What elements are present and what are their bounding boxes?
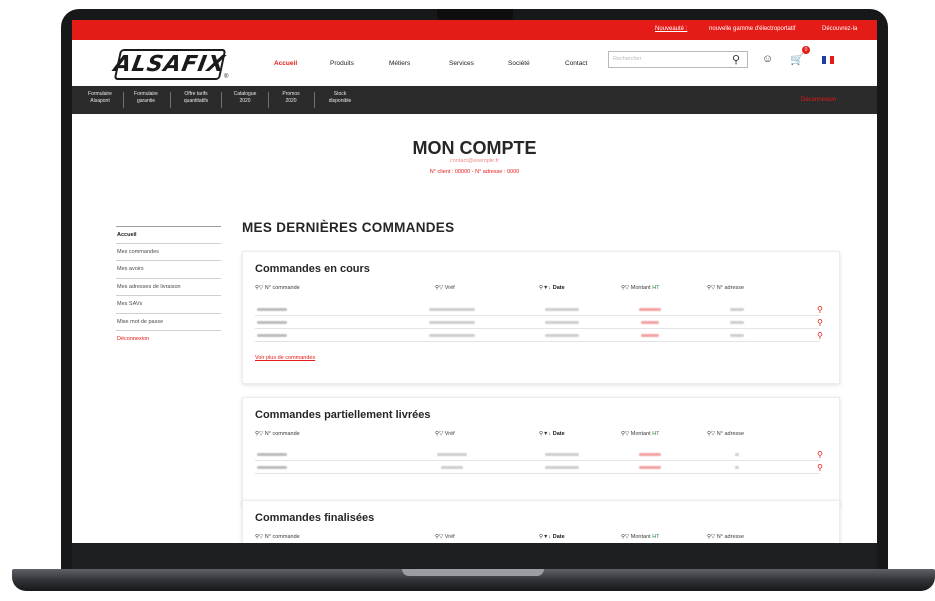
- nav-contact[interactable]: Contact: [565, 60, 587, 67]
- view-order-icon[interactable]: ⚲: [817, 305, 823, 314]
- cart-icon[interactable]: 🛒: [790, 53, 804, 66]
- table-row[interactable]: [255, 330, 820, 342]
- subnav-logout-link[interactable]: Déconnexion: [801, 97, 836, 103]
- laptop-chin: [72, 543, 877, 569]
- col-header-montant[interactable]: ⚲▽ Montant HT: [621, 431, 660, 437]
- card-title: Commandes finalisées: [255, 512, 375, 524]
- sidebar-item-mot-de-passe[interactable]: Mise mot de passe: [116, 314, 221, 331]
- card-title: Commandes en cours: [255, 263, 370, 275]
- table-row[interactable]: [255, 449, 820, 461]
- orders-card-partiellement-livrees: Commandes partiellement livrées ⚲▽ N° co…: [242, 397, 840, 507]
- col-header-adresse[interactable]: ⚲▽ N° adresse: [707, 285, 744, 291]
- card-title: Commandes partiellement livrées: [255, 409, 431, 421]
- col-header-vref[interactable]: ⚲▽ Vréf: [435, 534, 455, 540]
- sidebar-item-adresses[interactable]: Mes adresses de livraison: [116, 279, 221, 296]
- promo-link[interactable]: Nouveauté :: [655, 26, 687, 32]
- search-input[interactable]: Rechercher: [608, 51, 748, 68]
- sidebar-item-savs[interactable]: Mes SAVs: [116, 296, 221, 314]
- subnav-formulaire-garantie[interactable]: Formulaire garantie: [128, 91, 164, 105]
- table-row[interactable]: [255, 317, 820, 329]
- orders-card-finalisees: Commandes finalisées ⚲▽ N° commande ⚲▽ V…: [242, 500, 840, 543]
- laptop-mockup: Nouveauté : nouvelle gamme d'électroport…: [0, 0, 935, 601]
- subnav-promos[interactable]: Promos 2020: [274, 91, 308, 105]
- account-icon[interactable]: ☺: [762, 53, 773, 65]
- promo-text: nouvelle gamme d'électroportatif: [709, 26, 796, 32]
- col-header-adresse[interactable]: ⚲▽ N° adresse: [707, 534, 744, 540]
- search-icon[interactable]: ⚲: [732, 53, 740, 66]
- subnav-divider: [170, 92, 171, 108]
- subnav-divider: [221, 92, 222, 108]
- view-order-icon[interactable]: ⚲: [817, 331, 823, 340]
- search-placeholder: Rechercher: [613, 56, 642, 62]
- sidebar-item-commandes[interactable]: Mes commandes: [116, 244, 221, 261]
- promo-bar: Nouveauté : nouvelle gamme d'électroport…: [72, 20, 877, 40]
- sidebar-item-accueil[interactable]: Accueil: [116, 226, 221, 244]
- col-header-montant[interactable]: ⚲▽ Montant HT: [621, 534, 660, 540]
- view-order-icon[interactable]: ⚲: [817, 450, 823, 459]
- see-more-orders-link[interactable]: Voir plus de commandes: [255, 355, 315, 361]
- nav-societe[interactable]: Société: [508, 60, 530, 67]
- account-email: contact@exemple.fr: [450, 158, 499, 164]
- sidebar-item-avoirs[interactable]: Mes avoirs: [116, 261, 221, 279]
- account-sidebar: Accueil Mes commandes Mes avoirs Mes adr…: [116, 226, 221, 349]
- view-order-icon[interactable]: ⚲: [817, 318, 823, 327]
- orders-section-title: MES DERNIÈRES COMMANDES: [242, 220, 455, 235]
- view-order-icon[interactable]: ⚲: [817, 463, 823, 472]
- laptop-screen: Nouveauté : nouvelle gamme d'électroport…: [72, 20, 877, 543]
- laptop-hinge-notch: [402, 569, 544, 576]
- subnav-divider: [314, 92, 315, 108]
- col-header-date[interactable]: ⚲▼↓ Date: [539, 285, 565, 291]
- col-header-vref[interactable]: ⚲▽ Vréf: [435, 431, 455, 437]
- orders-card-en-cours: Commandes en cours ⚲▽ N° commande ⚲▽ Vré…: [242, 251, 840, 384]
- subnav-formulaire-alsapont[interactable]: Formulaire Alsapont: [82, 91, 118, 105]
- french-flag-icon[interactable]: [822, 56, 834, 64]
- col-header-date[interactable]: ⚲▼↓ Date: [539, 534, 565, 540]
- nav-accueil[interactable]: Accueil: [274, 60, 297, 67]
- promo-cta[interactable]: Découvrez-la: [822, 26, 857, 32]
- site-header: ALSAFIX ® Accueil Produits Métiers Servi…: [72, 40, 877, 86]
- subnav-stock[interactable]: Stock disponible: [320, 91, 360, 105]
- logo-registered-mark: ®: [224, 74, 229, 80]
- col-header-montant[interactable]: ⚲▽ Montant HT: [621, 285, 660, 291]
- col-header-numero[interactable]: ⚲▽ N° commande: [255, 285, 300, 291]
- col-header-numero[interactable]: ⚲▽ N° commande: [255, 534, 300, 540]
- secondary-nav: Formulaire Alsapont Formulaire garantie Of…: [72, 86, 877, 114]
- col-header-vref[interactable]: ⚲▽ Vréf: [435, 285, 455, 291]
- table-row[interactable]: [255, 304, 820, 316]
- page-title: MON COMPTE: [412, 138, 537, 158]
- subnav-divider: [268, 92, 269, 108]
- account-client-number: N° client : 00000 - N° adresse : 0000: [429, 169, 520, 175]
- nav-produits[interactable]: Produits: [330, 60, 354, 67]
- subnav-offre-tarifs[interactable]: Offre tarifs quantitatifs: [176, 91, 216, 105]
- sidebar-item-deconnexion[interactable]: Déconnexion: [116, 331, 221, 349]
- alsafix-logo[interactable]: ALSAFIX: [112, 49, 228, 80]
- nav-services[interactable]: Services: [449, 60, 474, 67]
- subnav-divider: [123, 92, 124, 108]
- nav-metiers[interactable]: Métiers: [389, 60, 410, 67]
- cart-count-badge: 0: [802, 46, 810, 54]
- col-header-adresse[interactable]: ⚲▽ N° adresse: [707, 431, 744, 437]
- table-row[interactable]: [255, 462, 820, 474]
- col-header-numero[interactable]: ⚲▽ N° commande: [255, 431, 300, 437]
- col-header-date[interactable]: ⚲▼↓ Date: [539, 431, 565, 437]
- subnav-catalogue[interactable]: Catalogue 2020: [227, 91, 263, 105]
